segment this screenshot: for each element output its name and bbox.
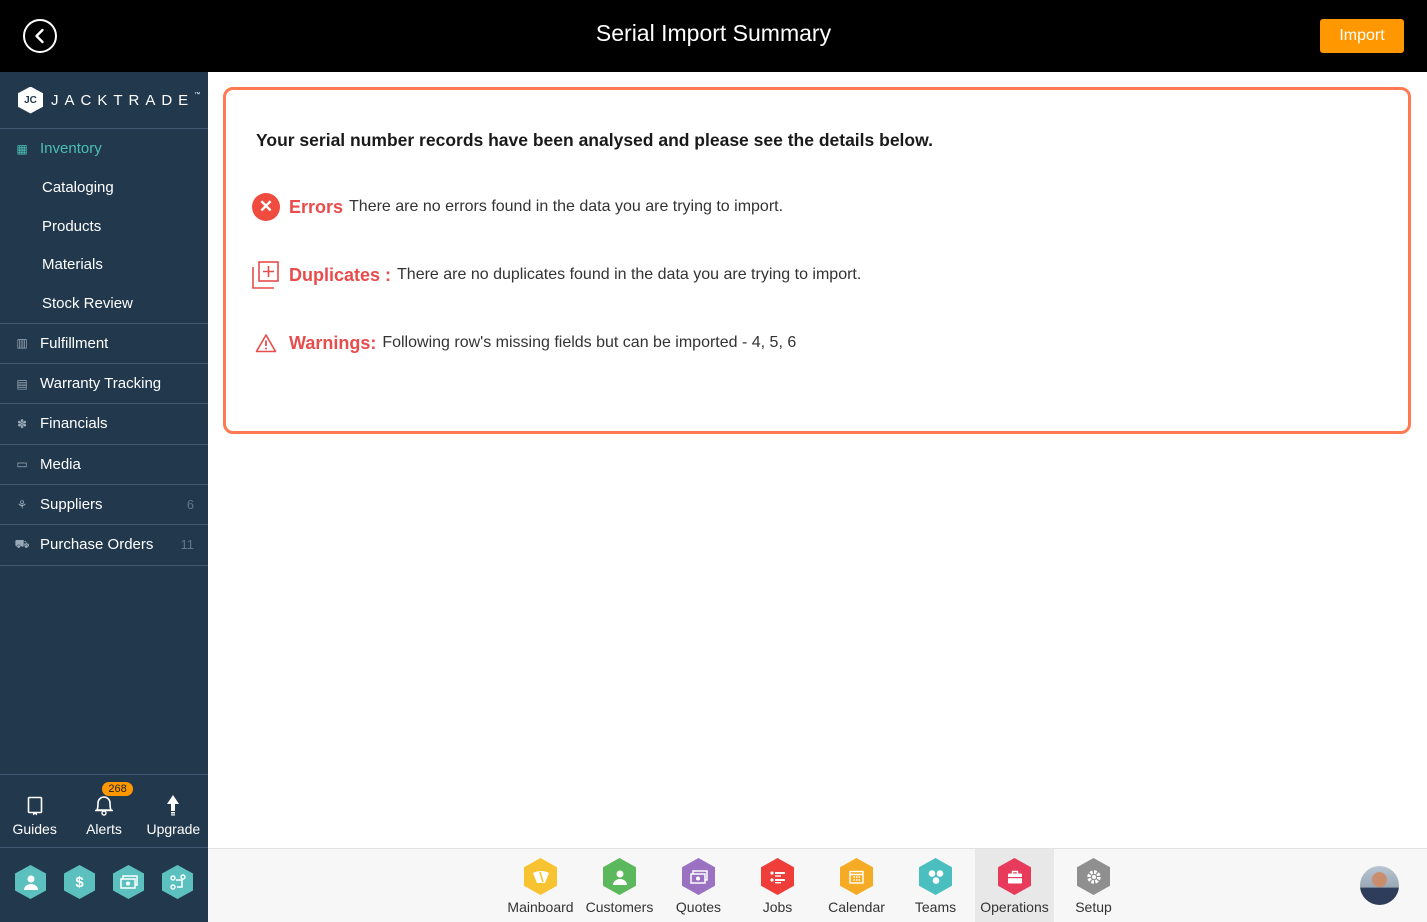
sidebar-footer: Guides 268 Alerts Upgrade <box>0 774 208 848</box>
sidebar-item-label: Suppliers <box>40 496 103 514</box>
sidebar-item-financials[interactable]: ✽ Financials <box>0 404 208 445</box>
sidebar-item-label: Fulfillment <box>40 334 109 352</box>
sidebar-item-suppliers[interactable]: ⚘ Suppliers 6 <box>0 485 208 526</box>
app-label: Quotes <box>675 899 722 915</box>
app-label: Customers <box>585 899 654 915</box>
logo-mark-icon: JC <box>18 86 43 114</box>
sidebar-item-purchase-orders[interactable]: ⛟ Purchase Orders 11 <box>0 525 208 566</box>
money-icon[interactable] <box>113 865 144 899</box>
duplicate-icon <box>251 260 281 290</box>
duplicates-text: There are no duplicates found in the dat… <box>397 266 862 283</box>
sidebar-item-label: Inventory <box>40 140 102 157</box>
user-icon[interactable] <box>15 865 46 899</box>
sidebar-item-label: Warranty Tracking <box>40 375 162 393</box>
warnings-row: Warnings: Following row's missing fields… <box>251 328 796 358</box>
sidebar-item-fulfillment[interactable]: ▥ Fulfillment <box>0 324 208 365</box>
duplicates-label: Duplicates : <box>289 264 392 285</box>
sidebar-item-inventory[interactable]: ▦ Inventory <box>0 129 208 168</box>
errors-row: ✕ Errors There are no errors found in th… <box>251 192 783 222</box>
app-calendar[interactable]: Calendar <box>817 849 896 922</box>
mainboard-icon <box>524 858 557 895</box>
sidebar-item-label: Media <box>40 455 81 473</box>
alerts-button[interactable]: 268 Alerts <box>69 775 138 847</box>
guides-label: Guides <box>12 821 57 837</box>
upgrade-button[interactable]: Upgrade <box>139 775 208 847</box>
sidebar-subitem-materials[interactable]: Materials <box>0 245 208 284</box>
error-icon: ✕ <box>251 192 281 222</box>
calendar-icon <box>840 858 873 895</box>
quotes-icon <box>682 858 715 895</box>
app-teams[interactable]: Teams <box>896 849 975 922</box>
app-customers[interactable]: Customers <box>580 849 659 922</box>
sidebar-item-label: Financials <box>40 415 108 433</box>
app-label: Calendar <box>828 899 885 915</box>
financials-icon: ✽ <box>16 416 28 431</box>
alerts-label: Alerts <box>86 821 122 837</box>
teams-icon <box>919 858 952 895</box>
dollar-icon[interactable]: $ <box>64 865 95 899</box>
customers-icon <box>603 858 636 895</box>
workflow-icon[interactable] <box>162 865 193 899</box>
purchase-orders-count: 11 <box>180 537 195 553</box>
app-jobs[interactable]: Jobs <box>738 849 817 922</box>
setup-icon <box>1077 858 1110 895</box>
sidebar: JC JACKTRADE™ ▦ Inventory Cataloging Pro… <box>0 72 208 922</box>
top-bar: Serial Import Summary Import <box>0 0 1427 72</box>
quick-actions: $ <box>0 865 208 899</box>
brand-name: JACKTRADE™ <box>51 91 201 109</box>
bottom-app-bar: Mainboard Customers Quotes Jobs Calendar <box>208 848 1427 922</box>
user-avatar[interactable] <box>1360 866 1399 905</box>
jobs-icon <box>761 858 794 895</box>
duplicates-row: Duplicates : There are no duplicates fou… <box>251 260 861 290</box>
sidebar-subitem-stock-review[interactable]: Stock Review <box>0 284 208 323</box>
errors-label: Errors <box>289 196 344 217</box>
app-operations[interactable]: Operations <box>975 849 1054 922</box>
app-launcher: Mainboard Customers Quotes Jobs Calendar <box>501 849 1133 922</box>
operations-icon <box>998 858 1031 895</box>
fulfillment-icon: ▥ <box>16 336 28 351</box>
errors-text: There are no errors found in the data yo… <box>349 198 784 215</box>
alerts-badge: 268 <box>102 782 133 796</box>
app-label: Setup <box>1075 899 1112 915</box>
suppliers-icon: ⚘ <box>16 497 28 512</box>
book-icon <box>27 792 43 816</box>
sidebar-item-media[interactable]: ▭ Media <box>0 445 208 485</box>
warnings-label: Warnings: <box>289 332 377 353</box>
guides-button[interactable]: Guides <box>0 775 69 847</box>
arrow-up-icon <box>166 792 180 816</box>
app-label: Operations <box>980 899 1049 915</box>
warnings-text: Following row's missing fields but can b… <box>382 334 797 351</box>
warranty-icon: ▤ <box>16 376 28 391</box>
app-quotes[interactable]: Quotes <box>659 849 738 922</box>
suppliers-count: 6 <box>186 497 194 513</box>
app-label: Jobs <box>762 899 793 915</box>
sidebar-item-label: Purchase Orders <box>40 536 154 554</box>
upgrade-label: Upgrade <box>146 821 201 837</box>
brand-logo[interactable]: JC JACKTRADE™ <box>0 72 208 129</box>
sidebar-item-warranty-tracking[interactable]: ▤ Warranty Tracking <box>0 364 208 405</box>
purchase-orders-icon: ⛟ <box>14 536 30 551</box>
inventory-icon: ▦ <box>16 141 28 156</box>
app-setup[interactable]: Setup <box>1054 849 1133 922</box>
page-title: Serial Import Summary <box>595 20 832 46</box>
sidebar-subitem-cataloging[interactable]: Cataloging <box>0 168 208 207</box>
import-button[interactable]: Import <box>1320 19 1404 53</box>
media-icon: ▭ <box>16 457 28 472</box>
summary-headline: Your serial number records have been ana… <box>256 130 933 150</box>
app-label: Teams <box>914 899 957 915</box>
app-mainboard[interactable]: Mainboard <box>501 849 580 922</box>
sidebar-subitem-products[interactable]: Products <box>0 207 208 246</box>
import-summary-card: Your serial number records have been ana… <box>223 87 1411 434</box>
warning-icon <box>251 328 281 358</box>
app-label: Mainboard <box>507 899 574 915</box>
